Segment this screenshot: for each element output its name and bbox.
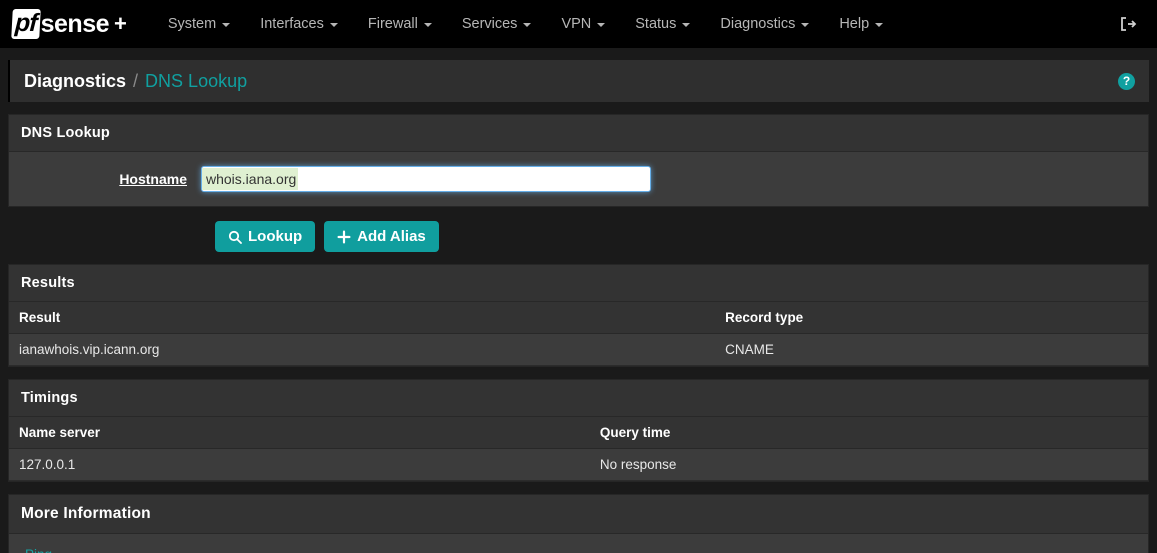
nav-item-label: VPN xyxy=(561,16,592,32)
results-table-head: Result Record type xyxy=(9,302,1148,334)
lookup-button-label: Lookup xyxy=(248,228,303,245)
logo-pf-mark: pf xyxy=(11,9,41,39)
results-table-body: ianawhois.vip.icann.org CNAME xyxy=(9,333,1148,366)
hostname-label[interactable]: Hostname xyxy=(21,171,201,187)
dns-lookup-panel-title: DNS Lookup xyxy=(9,115,1148,152)
nav-item-label: System xyxy=(167,16,217,32)
nav-item-diagnostics[interactable]: Diagnostics xyxy=(705,2,824,46)
table-row: 127.0.0.1 No response xyxy=(9,448,1148,481)
chevron-down-icon xyxy=(523,23,532,27)
breadcrumb-separator: / xyxy=(133,70,139,91)
nav-item-interfaces[interactable]: Interfaces xyxy=(245,2,353,46)
hostname-input-value: whois.iana.org xyxy=(202,168,299,190)
results-cell-result: ianawhois.vip.icann.org xyxy=(9,333,716,366)
results-col-result: Result xyxy=(9,302,716,334)
top-navbar: pf sense + System Interfaces Firewall Se… xyxy=(0,0,1157,48)
table-header-row: Result Record type xyxy=(9,302,1148,334)
timings-cell-name-server: 127.0.0.1 xyxy=(9,448,590,481)
nav-item-label: Status xyxy=(635,16,677,32)
sign-out-icon[interactable] xyxy=(1119,15,1137,33)
chevron-down-icon xyxy=(222,23,231,27)
chevron-down-icon xyxy=(875,23,884,27)
nav-item-help[interactable]: Help xyxy=(824,2,898,46)
timings-col-name-server: Name server xyxy=(9,417,590,449)
hostname-input[interactable]: whois.iana.org xyxy=(201,166,651,192)
nav-item-services[interactable]: Services xyxy=(447,2,547,46)
nav-item-label: Help xyxy=(839,16,870,32)
timings-panel: Timings Name server Query time 127.0.0.1… xyxy=(8,379,1149,482)
timings-table-body: 127.0.0.1 No response xyxy=(9,448,1148,481)
more-information-panel: More Information Ping Traceroute xyxy=(8,494,1149,553)
search-icon xyxy=(228,230,242,244)
nav-item-firewall[interactable]: Firewall xyxy=(353,2,447,46)
navbar-right-group xyxy=(1119,15,1143,33)
breadcrumb: Diagnostics / DNS Lookup ? xyxy=(8,60,1149,102)
nav-item-label: Services xyxy=(461,16,518,32)
results-panel-title: Results xyxy=(9,265,1148,302)
chevron-down-icon xyxy=(682,23,691,27)
lookup-button[interactable]: Lookup xyxy=(215,221,316,252)
nav-item-label: Interfaces xyxy=(260,16,324,32)
nav-item-system[interactable]: System xyxy=(153,2,245,46)
logo-sense-text: sense xyxy=(40,9,110,38)
nav-item-label: Diagnostics xyxy=(720,16,796,32)
timings-cell-query-time: No response xyxy=(589,448,1148,481)
add-alias-button[interactable]: Add Alias xyxy=(324,221,439,252)
navbar-menu: System Interfaces Firewall Services VPN … xyxy=(153,2,898,46)
help-icon[interactable]: ? xyxy=(1118,72,1135,90)
nav-item-label: Firewall xyxy=(367,16,418,32)
action-button-row: Lookup Add Alias xyxy=(8,221,1149,252)
table-row: ianawhois.vip.icann.org CNAME xyxy=(9,333,1148,366)
list-item[interactable]: Ping xyxy=(9,534,1148,553)
dns-lookup-panel-body: Hostname whois.iana.org xyxy=(9,152,1148,206)
breadcrumb-root[interactable]: Diagnostics xyxy=(24,71,126,92)
timings-table-head: Name server Query time xyxy=(9,417,1148,449)
results-table: Result Record type ianawhois.vip.icann.o… xyxy=(9,302,1148,366)
nav-item-status[interactable]: Status xyxy=(620,2,705,46)
nav-item-vpn[interactable]: VPN xyxy=(546,2,620,46)
chevron-down-icon xyxy=(597,23,606,27)
breadcrumb-current-page: DNS Lookup xyxy=(145,70,248,91)
timings-table: Name server Query time 127.0.0.1 No resp… xyxy=(9,417,1148,481)
chevron-down-icon xyxy=(329,23,338,27)
chevron-down-icon xyxy=(801,23,810,27)
add-alias-button-label: Add Alias xyxy=(357,228,426,245)
logo-plus-text: + xyxy=(114,11,127,36)
plus-icon xyxy=(337,230,351,244)
more-information-panel-title: More Information xyxy=(9,495,1148,534)
page-container: Diagnostics / DNS Lookup ? DNS Lookup Ho… xyxy=(0,60,1157,553)
hostname-form-row: Hostname whois.iana.org xyxy=(21,166,1136,192)
timings-col-query-time: Query time xyxy=(589,417,1148,449)
results-col-record-type: Record type xyxy=(715,302,1148,334)
table-header-row: Name server Query time xyxy=(9,417,1148,449)
chevron-down-icon xyxy=(423,23,432,27)
ping-link[interactable]: Ping xyxy=(25,547,52,553)
dns-lookup-panel: DNS Lookup Hostname whois.iana.org xyxy=(8,114,1149,207)
results-panel: Results Result Record type ianawhois.vip… xyxy=(8,264,1149,367)
timings-panel-title: Timings xyxy=(9,380,1148,417)
pfsense-logo[interactable]: pf sense + xyxy=(8,9,127,39)
results-cell-record-type: CNAME xyxy=(715,333,1148,366)
